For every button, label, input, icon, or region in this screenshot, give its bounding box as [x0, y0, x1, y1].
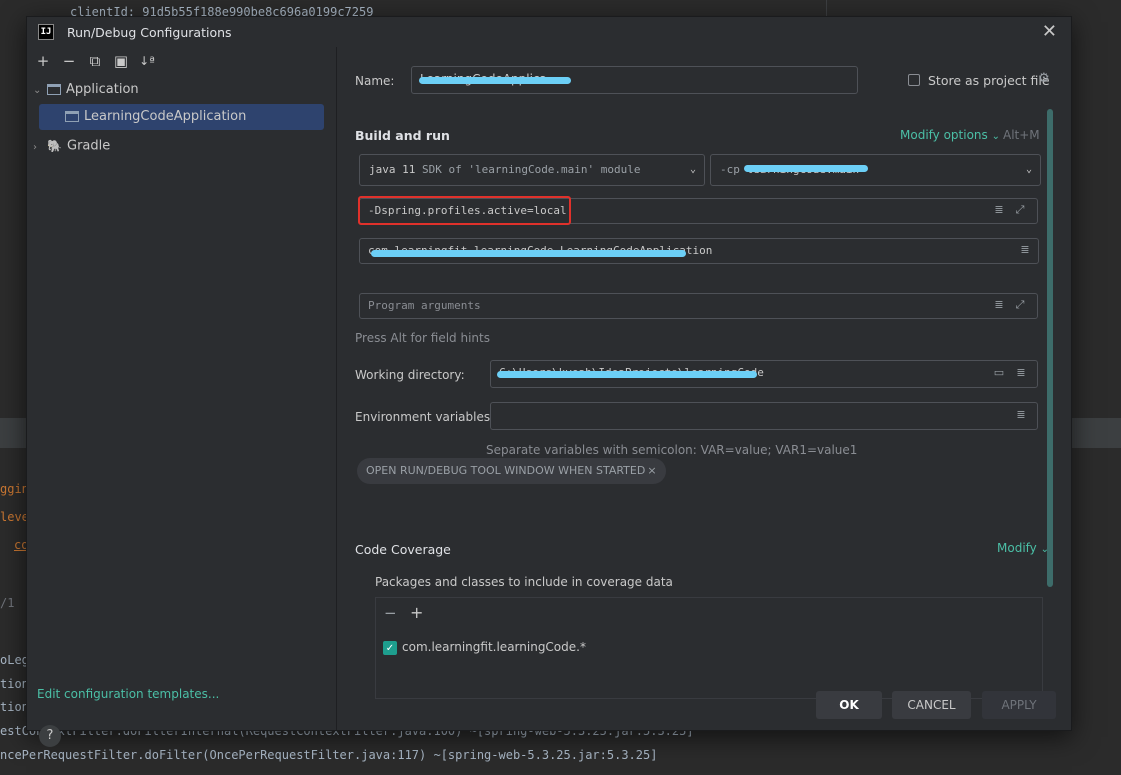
application-icon: [65, 111, 79, 122]
gear-icon[interactable]: ⚙: [1038, 71, 1050, 86]
form-scrollbar[interactable]: [1047, 109, 1053, 587]
add-icon[interactable]: +: [33, 51, 53, 71]
program-arguments-placeholder: Program arguments: [368, 299, 481, 312]
highlight-annotation: [358, 196, 571, 225]
coverage-item-checkbox[interactable]: ✓: [383, 641, 397, 655]
environment-variables-label: Environment variables:: [355, 410, 495, 424]
open-tool-window-label: OPEN RUN/DEBUG TOOL WINDOW WHEN STARTED: [366, 464, 646, 477]
console-log-line: ncePerRequestFilter.doFilter(OncePerRequ…: [0, 748, 658, 762]
field-hint-text: Press Alt for field hints: [355, 331, 490, 345]
tree-node-label: LearningCodeApplication: [84, 109, 247, 124]
remove-icon[interactable]: −: [384, 604, 397, 622]
maximize-icon[interactable]: ⤢: [1014, 298, 1026, 312]
cancel-button[interactable]: CANCEL: [892, 691, 971, 719]
help-button[interactable]: ?: [39, 725, 61, 747]
copy-icon[interactable]: ⧉: [85, 51, 105, 71]
dialog-title: Run/Debug Configurations: [67, 25, 232, 40]
tree-node-label: Gradle: [67, 138, 111, 154]
jdk-sub: SDK of 'learningCode.main' module: [415, 163, 641, 176]
expand-text-icon[interactable]: ≣: [993, 203, 1005, 217]
modify-coverage-label: Modify: [997, 541, 1037, 555]
macros-icon[interactable]: ≣: [1015, 366, 1027, 380]
new-folder-icon[interactable]: ▣: [111, 51, 131, 71]
store-as-project-checkbox[interactable]: [908, 74, 920, 86]
redaction-scribble: [744, 165, 868, 172]
classpath-prefix: -cp: [720, 163, 740, 176]
build-and-run-heading: Build and run: [355, 128, 450, 143]
run-debug-dialog: IJ Run/Debug Configurations ✕ + − ⧉ ▣ ↓ª…: [26, 16, 1072, 747]
tree-node-learningcodeapplication[interactable]: LearningCodeApplication: [39, 104, 324, 130]
edit-env-icon[interactable]: ≣: [1015, 408, 1027, 422]
modify-options-shortcut: Alt+M: [1003, 128, 1040, 142]
chevron-down-icon: ⌄: [689, 164, 696, 175]
coverage-list-box: − + ✓ com.learningfit.learningCode.*: [375, 597, 1043, 699]
chevron-right-icon[interactable]: ›: [33, 135, 47, 161]
name-label: Name:: [355, 74, 395, 88]
console-fragment: /1: [0, 596, 15, 610]
modify-options-label: Modify options: [900, 128, 988, 142]
gradle-elephant-icon: 🐘: [47, 139, 62, 153]
console-fragment: tion: [0, 700, 29, 714]
tree-node-application[interactable]: ⌄ Application: [33, 77, 139, 103]
dialog-titlebar: IJ Run/Debug Configurations ✕: [27, 17, 1071, 47]
intellij-app-icon: IJ: [38, 24, 54, 40]
edit-config-templates-link[interactable]: Edit configuration templates...: [37, 687, 219, 701]
redaction-scribble: [497, 371, 757, 378]
tree-node-label: Application: [66, 82, 139, 97]
browse-class-icon[interactable]: ≣: [1019, 243, 1031, 257]
jdk-select[interactable]: java 11 SDK of 'learningCode.main' modul…: [359, 154, 705, 186]
config-tree-pane: + − ⧉ ▣ ↓ª ⌄ Application LearningCodeAppl…: [27, 47, 337, 747]
console-fragment: ggin: [0, 482, 29, 496]
console-fragment: leve: [0, 510, 29, 524]
chevron-down-icon: ⌄: [991, 131, 1000, 142]
program-arguments-field[interactable]: Program arguments: [359, 293, 1038, 319]
code-coverage-heading: Code Coverage: [355, 542, 451, 557]
sort-icon[interactable]: ↓ª: [137, 51, 157, 71]
environment-variables-field[interactable]: [490, 402, 1038, 430]
config-form-pane: Name: LearningCodeApplica Store as proje…: [337, 47, 1071, 730]
coverage-item-label: com.learningfit.learningCode.*: [402, 640, 586, 654]
redaction-scribble: [371, 250, 686, 257]
ok-button[interactable]: OK: [816, 691, 882, 719]
close-icon[interactable]: ×: [647, 464, 656, 477]
expand-text-icon[interactable]: ≣: [993, 298, 1005, 312]
close-icon[interactable]: ✕: [1042, 21, 1057, 42]
chevron-down-icon[interactable]: ⌄: [33, 78, 47, 104]
tree-node-gradle[interactable]: › 🐘 Gradle: [33, 133, 110, 159]
remove-icon[interactable]: −: [59, 51, 79, 71]
modify-options-link[interactable]: Modify options ⌄: [900, 128, 1000, 142]
redaction-scribble: [419, 77, 571, 84]
folder-icon[interactable]: ▭: [993, 366, 1005, 380]
working-directory-label: Working directory:: [355, 368, 465, 382]
open-tool-window-chip[interactable]: OPEN RUN/DEBUG TOOL WINDOW WHEN STARTED ×: [357, 458, 666, 484]
console-fragment: tion: [0, 677, 29, 691]
chevron-down-icon: ⌄: [1025, 164, 1032, 175]
modify-coverage-link[interactable]: Modify ⌄: [997, 541, 1049, 555]
tree-toolbar: + − ⧉ ▣ ↓ª: [33, 51, 157, 73]
maximize-icon[interactable]: ⤢: [1014, 203, 1026, 217]
apply-button[interactable]: APPLY: [982, 691, 1056, 719]
store-as-project-label: Store as project file: [928, 73, 1050, 88]
jdk-main: java 11: [369, 163, 416, 176]
env-hint-text: Separate variables with semicolon: VAR=v…: [486, 443, 858, 457]
add-icon[interactable]: +: [410, 603, 423, 622]
application-icon: [47, 84, 61, 95]
packages-label: Packages and classes to include in cover…: [375, 575, 673, 589]
